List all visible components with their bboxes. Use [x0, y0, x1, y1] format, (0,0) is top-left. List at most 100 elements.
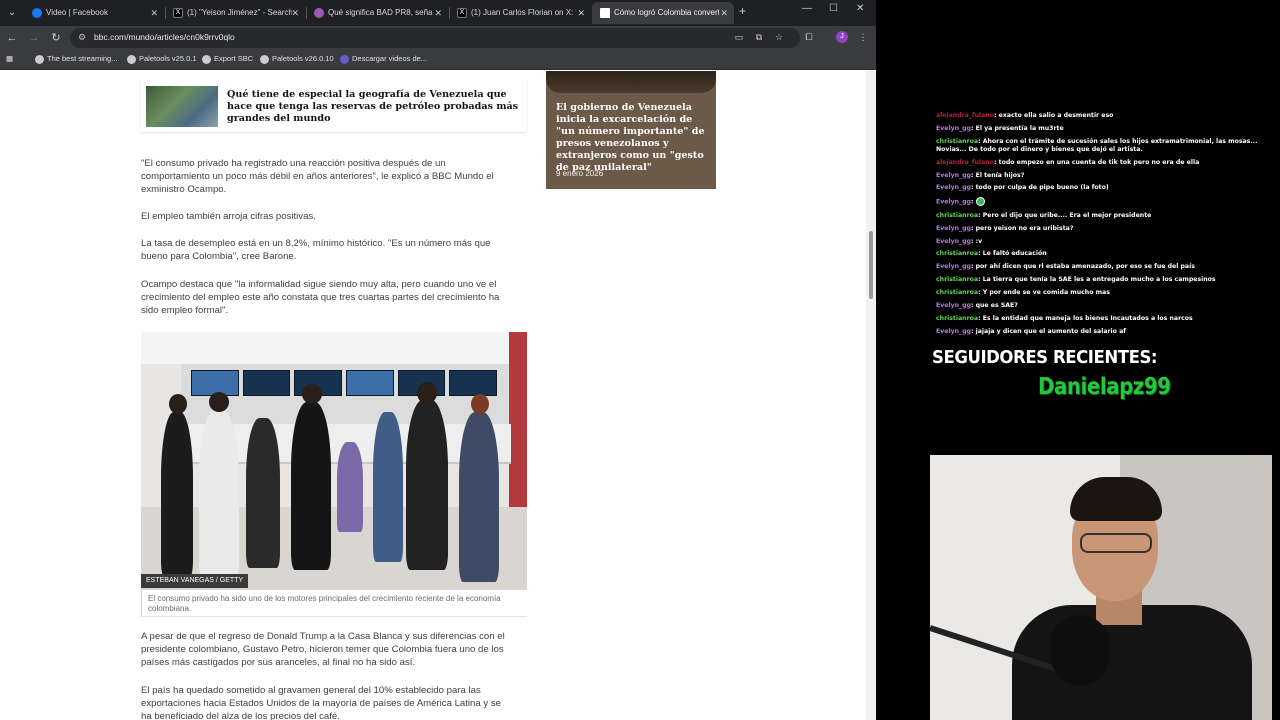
- photo-credit: ESTEBAN VANEGAS / GETTY: [141, 574, 249, 588]
- side-article-title[interactable]: El gobierno de Venezuela inicia la excar…: [556, 102, 712, 174]
- photo-head: [169, 394, 187, 414]
- chat-message: Evelyn_gg: todo por culpa de pipe bueno …: [936, 184, 1280, 192]
- tab-facebook[interactable]: Video | Facebook ✕: [24, 2, 164, 24]
- chat-username[interactable]: christianroa: [936, 138, 978, 145]
- stream-overlay: alejandra_fulano: exacto ella salio a de…: [876, 0, 1280, 720]
- close-tab-icon[interactable]: ✕: [291, 2, 299, 24]
- url-text[interactable]: bbc.com/mundo/articles/cn0k9rrv0qlo: [94, 32, 235, 42]
- maximize-icon[interactable]: ☐: [829, 3, 838, 14]
- article-paragraph: El empleo también arroja cifras positiva…: [141, 211, 316, 222]
- tab-bbc-colombia[interactable]: Cómo logró Colombia converti… ✕: [592, 2, 734, 24]
- profile-avatar[interactable]: J: [836, 31, 848, 43]
- chat-username[interactable]: Evelyn_gg: [936, 302, 971, 309]
- photo-ceiling: [141, 332, 527, 364]
- chat-text: : El tenía hijos?: [970, 171, 1025, 179]
- article-paragraph: "El consumo privado ha registrado una re…: [141, 158, 494, 196]
- side-article-card[interactable]: El gobierno de Venezuela inicia la excar…: [546, 71, 716, 189]
- chat-username[interactable]: Evelyn_gg: [936, 263, 971, 270]
- chat-username[interactable]: christianroa: [936, 250, 978, 257]
- bbc-icon: [600, 8, 610, 18]
- side-article-image: [546, 71, 716, 93]
- photo-head: [209, 392, 229, 412]
- chat-username[interactable]: Evelyn_gg: [936, 328, 971, 335]
- followers-title: SEGUIDORES RECIENTES:: [932, 347, 1158, 368]
- forward-icon[interactable]: →: [26, 30, 42, 46]
- chat-message: Evelyn_gg: El ya presentía la mu3rte: [936, 125, 1280, 133]
- chat-message: christianroa: La tierra que tenía la SAE…: [936, 276, 1280, 284]
- photo-screens: [191, 370, 498, 396]
- photo-person: [406, 400, 448, 570]
- tab-x-search[interactable]: X(1) "Yeison Jiménez" - Search / X✕: [165, 2, 305, 24]
- chat-text: : Y por ende se ve comida mucho mas: [978, 289, 1110, 297]
- close-window-icon[interactable]: ✕: [856, 3, 864, 14]
- microphone-icon: [1050, 615, 1110, 685]
- photo-person: [246, 418, 280, 568]
- chat-username[interactable]: alejandra_fulano: [936, 112, 994, 119]
- related-article-title[interactable]: Qué tiene de especial la geografía de Ve…: [227, 89, 519, 125]
- close-tab-icon[interactable]: ✕: [577, 2, 585, 24]
- photo-person: [199, 410, 239, 580]
- related-article-link[interactable]: Qué tiene de especial la geografía de Ve…: [141, 79, 527, 132]
- bookmark-item[interactable]: Paletools v26.0.10: [260, 54, 334, 64]
- chat-message: Evelyn_gg: jajaja y dicen que el aumento…: [936, 328, 1280, 336]
- bookmark-star-icon[interactable]: ☆: [772, 30, 786, 44]
- tab-bad-pr8[interactable]: Qué significa BAD PR8, señal que…✕: [306, 2, 448, 24]
- chat-message: christianroa: Ahora con el trámite de su…: [936, 138, 1280, 154]
- chat-message: alejandra_fulano: todo empezo en una cue…: [936, 159, 1280, 167]
- chat-username[interactable]: Evelyn_gg: [936, 238, 971, 245]
- chat-username[interactable]: alejandra_fulano: [936, 159, 994, 166]
- tab-x-juan-carlos[interactable]: X(1) Juan Carlos Florian on X: "Ha…✕: [449, 2, 591, 24]
- page-scrollbar[interactable]: [866, 71, 876, 720]
- chat-text: : jajaja y dicen que el aumento del sala…: [970, 327, 1126, 335]
- chat-username[interactable]: christianroa: [936, 289, 978, 296]
- chat-text: : El ya presentía la mu3rte: [970, 124, 1064, 132]
- chat-username[interactable]: Evelyn_gg: [936, 199, 971, 206]
- chat-message: Evelyn_gg: que es SAE?: [936, 302, 1280, 310]
- bookmark-item[interactable]: The best streaming...: [35, 54, 117, 64]
- bookmark-icon: [340, 54, 349, 64]
- site-info-icon[interactable]: ⚙: [78, 32, 90, 44]
- cast-icon[interactable]: ▭: [732, 30, 746, 44]
- bookmark-item[interactable]: Export SBC: [202, 54, 253, 64]
- chat-username[interactable]: Evelyn_gg: [936, 125, 971, 132]
- chat-username[interactable]: christianroa: [936, 276, 978, 283]
- bookmark-icon: [260, 54, 269, 64]
- streamer-glasses: [1080, 533, 1152, 553]
- chat-text: : Le faltó educación: [978, 250, 1047, 258]
- chat-text: : que es SAE?: [970, 301, 1018, 309]
- translate-icon[interactable]: ⧉: [752, 30, 766, 44]
- chat-text: : :v: [970, 237, 983, 245]
- close-tab-icon[interactable]: ✕: [150, 2, 158, 24]
- chat-username[interactable]: Evelyn_gg: [936, 225, 971, 232]
- reload-icon[interactable]: ↻: [48, 30, 64, 46]
- back-icon[interactable]: ←: [4, 30, 20, 46]
- tab-search-icon[interactable]: ⌄: [4, 5, 20, 21]
- new-tab-icon[interactable]: +: [739, 4, 746, 18]
- chat-text: : Pero el dijo que uribe.... Era el mejo…: [978, 211, 1152, 219]
- bookmark-item[interactable]: Descargar videos de...: [340, 54, 427, 64]
- omnibox[interactable]: ⚙ bbc.com/mundo/articles/cn0k9rrv0qlo: [70, 28, 800, 48]
- chat-message: alejandra_fulano: exacto ella salio a de…: [936, 112, 1280, 120]
- article-photo: ESTEBAN VANEGAS / GETTY: [141, 332, 527, 590]
- chat-username[interactable]: christianroa: [936, 212, 978, 219]
- bookmarks-bar: ▦ The best streaming... Paletools v25.0.…: [0, 50, 876, 70]
- article-paragraph: El país ha quedado sometido al gravamen …: [141, 685, 501, 720]
- chat-username[interactable]: Evelyn_gg: [936, 184, 971, 191]
- apps-grid-icon[interactable]: ▦: [6, 54, 13, 63]
- scrollbar-thumb[interactable]: [869, 231, 873, 299]
- chat-username[interactable]: christianroa: [936, 315, 978, 322]
- minimize-icon[interactable]: —: [802, 3, 812, 14]
- x-icon: X: [173, 8, 183, 18]
- menu-kebab-icon[interactable]: ⋮: [856, 30, 870, 44]
- close-tab-icon[interactable]: ✕: [720, 2, 728, 24]
- chat-message: christianroa: Le faltó educación: [936, 250, 1280, 258]
- chat-message: Evelyn_gg: por ahí dicen que rl estaba a…: [936, 263, 1280, 271]
- x-icon: X: [457, 8, 467, 18]
- extensions-icon[interactable]: ⧠: [802, 30, 816, 44]
- bookmark-item[interactable]: Paletools v25.0.1: [127, 54, 197, 64]
- bookmark-icon: [35, 54, 44, 64]
- chat-message: Evelyn_gg: pero yeison no era uribista?: [936, 225, 1280, 233]
- close-tab-icon[interactable]: ✕: [434, 2, 442, 24]
- chat-username[interactable]: Evelyn_gg: [936, 172, 971, 179]
- chat-text: : pero yeison no era uribista?: [970, 224, 1074, 232]
